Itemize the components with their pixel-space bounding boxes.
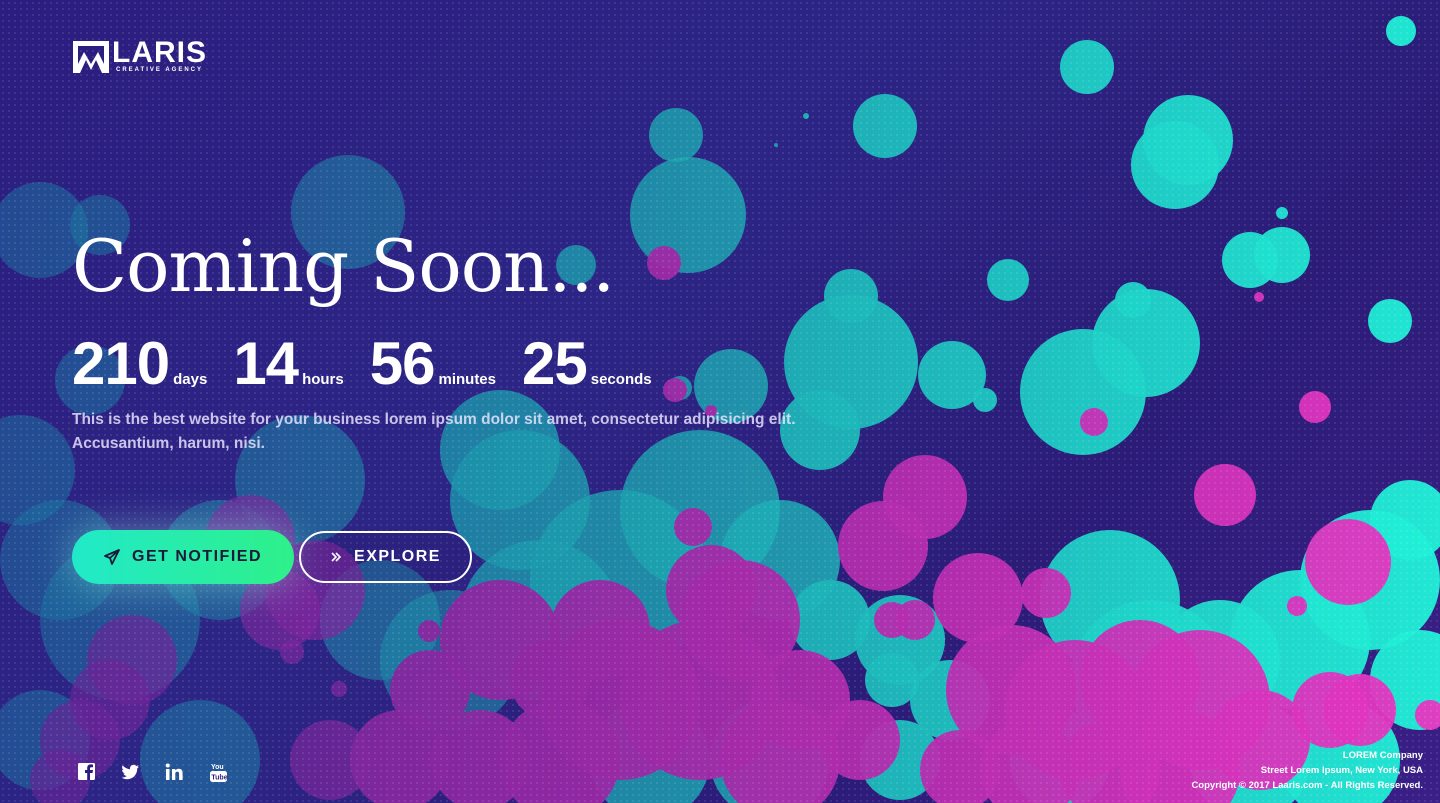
teal-bubble — [1115, 282, 1151, 318]
description-line-2: Accusantium, harum, nisi. — [72, 435, 265, 452]
social-links: You Tube — [77, 762, 228, 782]
svg-text:Tube: Tube — [211, 775, 227, 782]
teal-bubble — [774, 143, 778, 147]
teal-bubble — [1222, 232, 1278, 288]
logo-mark-icon — [73, 41, 109, 73]
footer-company: LOREM Company — [1342, 750, 1423, 761]
magenta-bubble — [647, 246, 681, 280]
magenta-bubble — [895, 600, 935, 640]
linkedin-icon[interactable] — [165, 762, 184, 782]
teal-bubble — [649, 108, 703, 162]
magenta-bubble — [674, 508, 712, 546]
teal-bubble — [987, 259, 1029, 301]
magenta-bubble — [290, 720, 370, 800]
teal-bubble — [630, 157, 746, 273]
minutes-label: minutes — [438, 371, 496, 388]
magenta-bubble — [1305, 519, 1391, 605]
teal-bubble — [973, 388, 997, 412]
brand-tagline: CREATIVE AGENCY — [116, 67, 204, 73]
explore-button[interactable]: EXPLORE — [299, 531, 472, 583]
twitter-icon[interactable] — [121, 762, 140, 782]
countdown-timer: 210 days 14 hours 56 minutes 25 seconds — [72, 330, 678, 398]
teal-bubble — [803, 113, 809, 119]
magenta-bubble — [1287, 596, 1307, 616]
magenta-bubble — [1254, 292, 1264, 302]
countdown-minutes: 56 minutes — [370, 330, 496, 398]
teal-bubble — [1276, 207, 1288, 219]
brand-logo[interactable]: LARIS CREATIVE AGENCY — [72, 36, 207, 74]
countdown-seconds: 25 seconds — [522, 330, 652, 398]
explore-label: EXPLORE — [354, 548, 441, 565]
get-notified-button[interactable]: GET NOTIFIED — [72, 530, 294, 584]
magenta-bubble — [1080, 408, 1108, 436]
magenta-bubble — [1021, 568, 1071, 618]
footer-company-info: LOREM Company Street Lorem Ipsum, New Yo… — [1191, 748, 1423, 793]
facebook-icon[interactable] — [77, 762, 96, 782]
magenta-bubble — [280, 640, 304, 664]
magenta-bubble — [1194, 464, 1256, 526]
teal-bubble — [853, 94, 917, 158]
hero-description: This is the best website for your busine… — [72, 408, 812, 456]
magenta-bubble — [838, 501, 928, 591]
svg-text:You: You — [211, 764, 224, 771]
teal-bubble — [1060, 40, 1114, 94]
days-value: 210 — [72, 330, 170, 397]
teal-bubble — [1386, 16, 1416, 46]
seconds-label: seconds — [590, 371, 652, 388]
teal-bubble — [1368, 299, 1412, 343]
magenta-bubble — [1324, 674, 1396, 746]
magenta-bubble — [331, 681, 347, 697]
minutes-value: 56 — [369, 330, 436, 397]
youtube-icon[interactable]: You Tube — [209, 762, 228, 782]
magenta-bubble — [390, 650, 470, 730]
brand-name: LARIS — [112, 36, 207, 69]
countdown-days: 210 days — [72, 330, 207, 398]
days-label: days — [173, 371, 208, 388]
hours-value: 14 — [233, 330, 299, 397]
footer-copyright: Copyright © 2017 Laaris.com - All Rights… — [1191, 780, 1423, 791]
bubble-background — [0, 16, 1440, 803]
teal-bubble — [140, 700, 260, 803]
footer-address: Street Lorem Ipsum, New York, USA — [1260, 765, 1423, 776]
description-line-1: This is the best website for your busine… — [72, 411, 796, 428]
page-title: Coming Soon... — [72, 224, 615, 308]
seconds-value: 25 — [522, 330, 588, 397]
magenta-bubble — [418, 620, 440, 642]
magenta-bubble — [1299, 391, 1331, 423]
get-notified-label: GET NOTIFIED — [132, 548, 262, 565]
double-chevron-right-icon — [331, 552, 342, 562]
paper-plane-icon — [104, 549, 120, 565]
countdown-hours: 14 hours — [233, 330, 343, 398]
hours-label: hours — [302, 371, 344, 388]
teal-bubble — [865, 653, 919, 707]
teal-bubble — [1131, 121, 1219, 209]
